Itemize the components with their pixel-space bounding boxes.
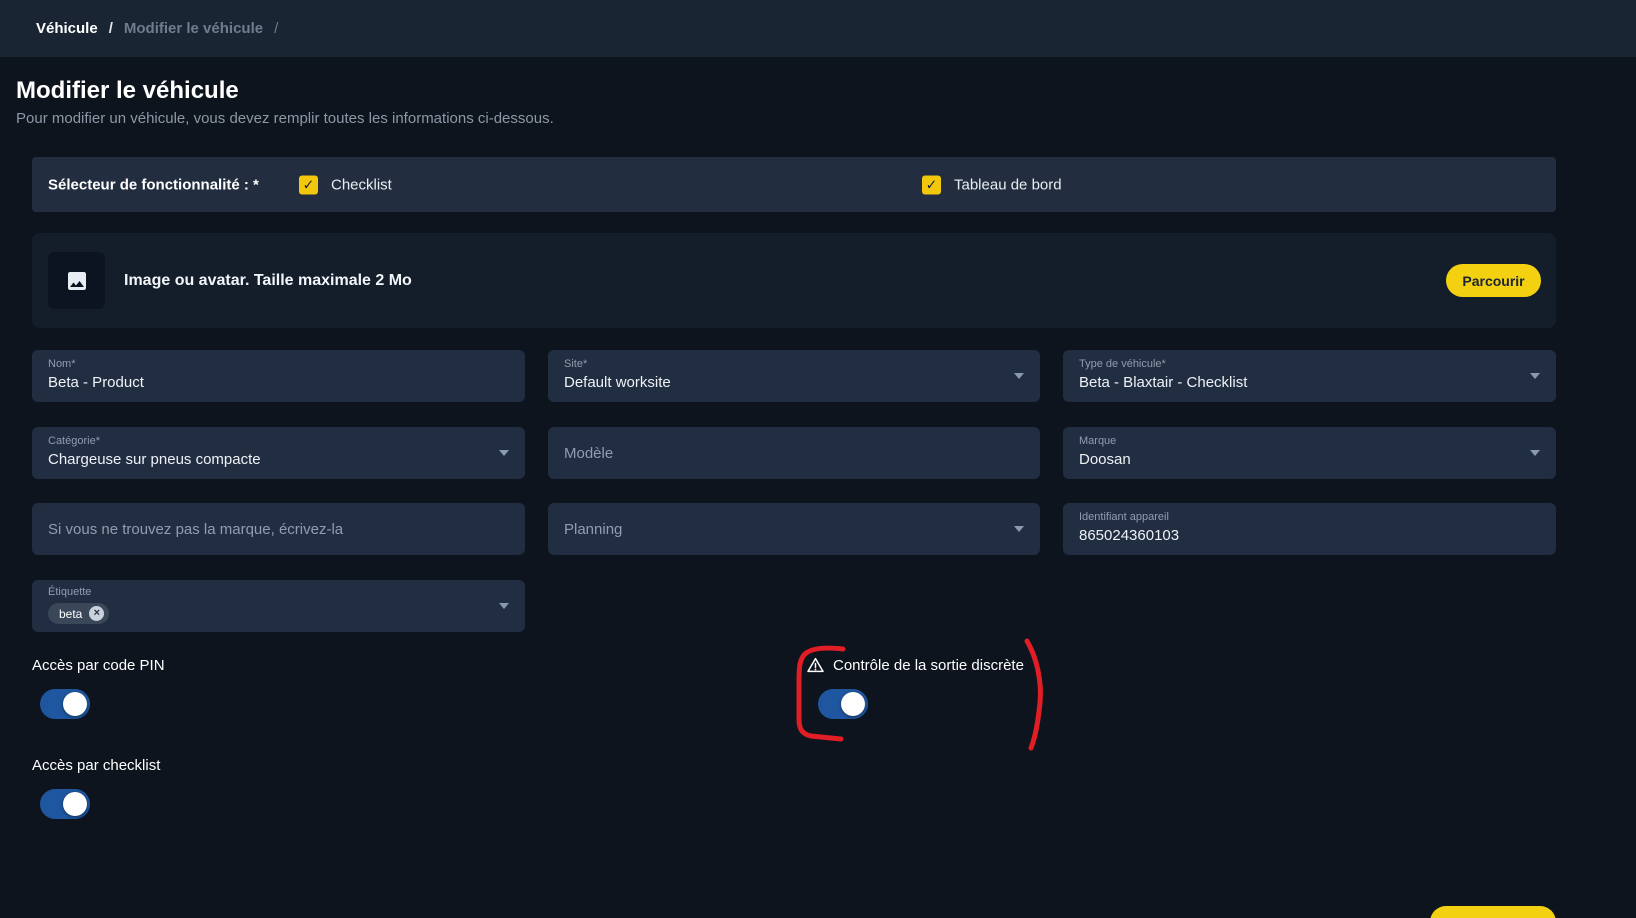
field-value: Default worksite (564, 374, 1006, 391)
breadcrumb-separator: / (109, 20, 113, 37)
browse-button[interactable]: Parcourir (1446, 264, 1541, 297)
checkbox-tableau-de-bord-option[interactable]: ✓ Tableau de bord (922, 175, 1062, 194)
toggle-knob (841, 692, 865, 716)
discrete-output-label: Contrôle de la sortie discrète (833, 657, 1024, 674)
checklist-access-toggle[interactable] (40, 789, 90, 819)
save-button-partial[interactable] (1430, 906, 1556, 918)
feature-selector-label: Sélecteur de fonctionnalité : * (48, 176, 259, 193)
chevron-down-icon (499, 450, 509, 456)
field-value: Doosan (1079, 451, 1522, 468)
field-placeholder: Si vous ne trouvez pas la marque, écrive… (48, 521, 343, 538)
field-value: Beta - Product (48, 374, 491, 391)
planning-select[interactable]: Planning (548, 503, 1040, 555)
tag-chip[interactable]: beta × (48, 603, 109, 624)
discrete-output-toggle[interactable] (818, 689, 868, 719)
brand-select[interactable]: Marque Doosan (1063, 427, 1556, 479)
field-label: Identifiant appareil (1079, 511, 1522, 523)
device-id-field[interactable]: Identifiant appareil 865024360103 (1063, 503, 1556, 555)
name-field[interactable]: Nom* Beta - Product (32, 350, 525, 402)
field-value: 865024360103 (1079, 527, 1522, 544)
chevron-down-icon (1014, 526, 1024, 532)
tag-select[interactable]: Étiquette beta × (32, 580, 525, 632)
field-placeholder: Modèle (564, 445, 613, 462)
checkbox-label: Checklist (331, 176, 392, 193)
image-icon (65, 269, 89, 293)
toggle-knob (63, 792, 87, 816)
custom-brand-input[interactable]: Si vous ne trouvez pas la marque, écrive… (32, 503, 525, 555)
pin-access-label: Accès par code PIN (32, 657, 165, 674)
field-label: Marque (1079, 435, 1522, 447)
vehicle-type-select[interactable]: Type de véhicule* Beta - Blaxtair - Chec… (1063, 350, 1556, 402)
field-label: Site* (564, 358, 1006, 370)
pin-access-toggle[interactable] (40, 689, 90, 719)
discrete-output-label-row: Contrôle de la sortie discrète (806, 656, 1024, 674)
breadcrumb-vehicule[interactable]: Véhicule (36, 20, 98, 37)
breadcrumb-separator: / (274, 20, 278, 37)
toggle-knob (63, 692, 87, 716)
image-upload-card: Image ou avatar. Taille maximale 2 Mo Pa… (32, 233, 1556, 328)
field-placeholder: Planning (564, 521, 622, 538)
checklist-access-label: Accès par checklist (32, 757, 160, 774)
site-select[interactable]: Site* Default worksite (548, 350, 1040, 402)
checkbox-checked-icon[interactable]: ✓ (299, 175, 318, 194)
chevron-down-icon (1530, 450, 1540, 456)
vehicle-edit-page: Véhicule / Modifier le véhicule / Modifi… (0, 0, 1636, 918)
field-value: Chargeuse sur pneus compacte (48, 451, 491, 468)
warning-icon (806, 656, 825, 674)
field-label: Type de véhicule* (1079, 358, 1522, 370)
checkbox-checklist-option[interactable]: ✓ Checklist (299, 175, 392, 194)
field-label: Catégorie* (48, 435, 491, 447)
page-title: Modifier le véhicule (16, 77, 239, 105)
upload-instruction-text: Image ou avatar. Taille maximale 2 Mo (124, 272, 412, 290)
tag-chip-label: beta (59, 607, 82, 621)
field-label: Étiquette (48, 586, 491, 598)
topbar: Véhicule / Modifier le véhicule / (0, 0, 1636, 57)
feature-selector-bar: Sélecteur de fonctionnalité : * ✓ Checkl… (32, 157, 1556, 212)
field-label: Nom* (48, 358, 491, 370)
breadcrumb-modifier-le-vehicule[interactable]: Modifier le véhicule (124, 20, 263, 37)
checkbox-label: Tableau de bord (954, 176, 1062, 193)
page-subtitle: Pour modifier un véhicule, vous devez re… (16, 110, 554, 127)
model-input[interactable]: Modèle (548, 427, 1040, 479)
image-placeholder-box (48, 252, 105, 309)
remove-tag-icon[interactable]: × (89, 606, 104, 621)
field-value: Beta - Blaxtair - Checklist (1079, 374, 1522, 391)
chevron-down-icon (499, 603, 509, 609)
chevron-down-icon (1014, 373, 1024, 379)
category-select[interactable]: Catégorie* Chargeuse sur pneus compacte (32, 427, 525, 479)
chevron-down-icon (1530, 373, 1540, 379)
checkbox-checked-icon[interactable]: ✓ (922, 175, 941, 194)
